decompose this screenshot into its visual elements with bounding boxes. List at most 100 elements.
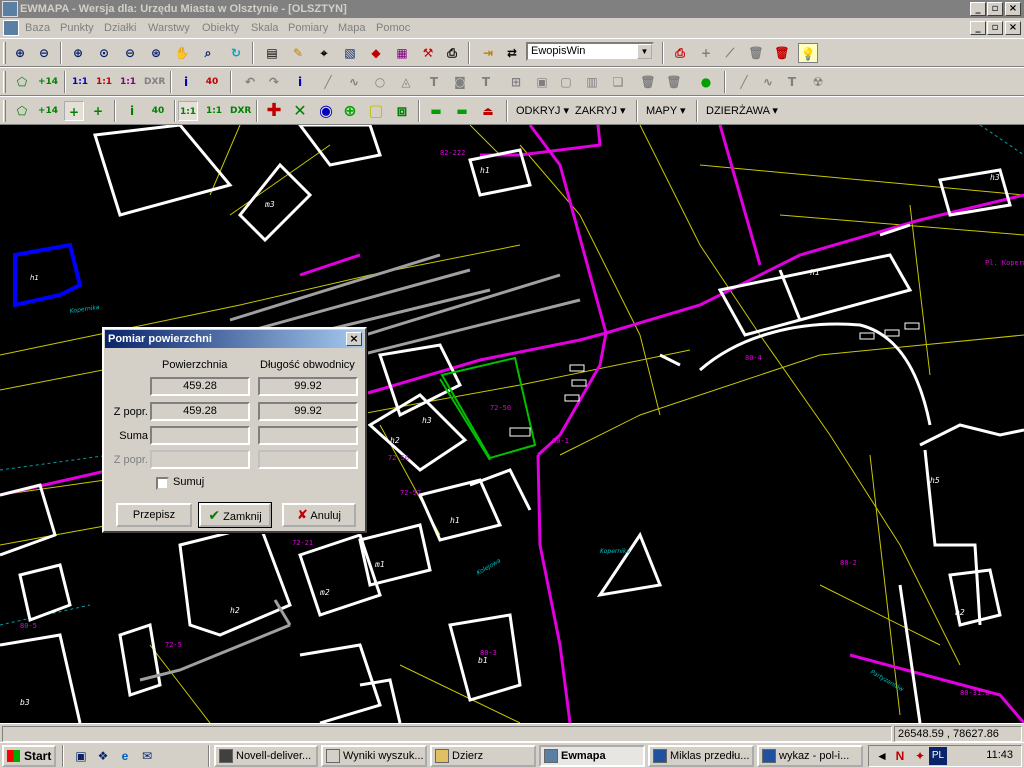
corrected-area-field[interactable]: 459.28	[150, 402, 250, 421]
line-icon[interactable]: ╱	[318, 72, 338, 92]
trash-icon[interactable]: 🗑	[746, 43, 766, 63]
measure-icon[interactable]: 40	[202, 72, 222, 92]
trash-3-icon[interactable]: 🗑	[664, 72, 684, 92]
pick-point-icon[interactable]: +	[64, 101, 84, 121]
chart-icon[interactable]: ▦	[392, 43, 412, 63]
refresh-icon[interactable]: ↻	[226, 43, 246, 63]
mapy-button[interactable]: MAPY ▾	[643, 101, 689, 121]
ruler-2-icon[interactable]: ▬	[452, 101, 472, 121]
measure-2-icon[interactable]: 40	[148, 101, 168, 121]
corrected-perimeter-field[interactable]: 99.92	[258, 402, 358, 421]
dxr-2-icon[interactable]: DXR	[230, 101, 251, 121]
symbol-2-icon[interactable]: ☢	[808, 72, 828, 92]
novell-tray-icon[interactable]: N	[891, 747, 909, 765]
redo-icon[interactable]: ↷	[264, 72, 284, 92]
select-object-icon[interactable]: ⌖	[314, 43, 334, 63]
scale-5-icon[interactable]: 1:1	[204, 101, 224, 121]
parcel-polygon-2-icon[interactable]: ⬠	[12, 101, 32, 121]
pan-hand-icon[interactable]: ✋	[172, 43, 192, 63]
task-miklas[interactable]: Miklas przedłu...	[648, 745, 754, 767]
highlight-icon[interactable]: ✎	[288, 43, 308, 63]
polyline-2-icon[interactable]: ∿	[758, 72, 778, 92]
trash-2-icon[interactable]: 🗑	[638, 72, 658, 92]
task-novell[interactable]: Novell-deliver...	[214, 745, 318, 767]
add-point-icon[interactable]: +14	[38, 72, 58, 92]
zoom-selection-icon[interactable]: ⊛	[146, 43, 166, 63]
grid-icon[interactable]: ⊞	[506, 72, 526, 92]
parcel-polygon-icon[interactable]: ⬠	[12, 72, 32, 92]
shape-icon[interactable]: ⧈	[392, 101, 412, 121]
menu-pomoc[interactable]: Pomoc	[376, 18, 410, 38]
explorer-icon[interactable]: ❖	[94, 747, 112, 765]
printer-icon[interactable]: ⎙	[670, 43, 690, 63]
chevron-down-icon[interactable]: ▼	[637, 44, 652, 59]
info-2-icon[interactable]: i	[290, 72, 310, 92]
task-ewmapa[interactable]: Ewmapa	[539, 745, 645, 767]
start-button[interactable]: Start	[2, 745, 56, 767]
scale-4-icon[interactable]: 1:1	[178, 101, 198, 121]
dzierzawa-button[interactable]: DZIERŻAWA ▾	[703, 101, 781, 121]
outlook-icon[interactable]: ✉	[138, 747, 156, 765]
add-vertex-icon[interactable]: +	[88, 101, 108, 121]
database-icon[interactable]: ⇄	[502, 43, 522, 63]
sum-checkbox-label[interactable]: Sumuj	[173, 476, 204, 488]
maximize-button[interactable]: ▫	[987, 2, 1003, 16]
info-3-icon[interactable]: i	[122, 101, 142, 121]
menu-obiekty[interactable]: Obiekty	[202, 18, 239, 38]
sum-checkbox[interactable]	[156, 477, 169, 490]
text-edit-icon[interactable]: T	[476, 72, 496, 92]
menu-punkty[interactable]: Punkty	[60, 18, 94, 38]
mdi-close-button[interactable]: ×	[1005, 21, 1021, 35]
program-select[interactable]: EwopisWin ▼	[526, 42, 654, 61]
scale-2-icon[interactable]: 1:1	[94, 72, 114, 92]
task-dzierz[interactable]: Dzierz	[430, 745, 536, 767]
task-wykaz[interactable]: wykaz - pol-i...	[757, 745, 863, 767]
dialog-close-icon[interactable]: ×	[346, 332, 362, 346]
zoom-previous-icon[interactable]: ⊖	[120, 43, 140, 63]
add-point-2-icon[interactable]: +14	[38, 101, 58, 121]
antivirus-icon[interactable]: ✦	[911, 747, 929, 765]
polyline-icon[interactable]: ∿	[344, 72, 364, 92]
print-icon[interactable]: ⎙	[442, 43, 462, 63]
hint-bulb-icon[interactable]: 💡	[798, 43, 818, 63]
odkryj-button[interactable]: ODKRYJ ▾	[513, 101, 572, 121]
arc-icon[interactable]: ◬	[396, 72, 416, 92]
point-icon[interactable]: ●	[696, 72, 716, 92]
dxr-icon[interactable]: DXR	[144, 72, 165, 92]
target-icon[interactable]: ◉	[316, 101, 336, 121]
anuluj-button[interactable]: ✘ Anuluj	[282, 503, 356, 527]
document-icon[interactable]	[3, 20, 19, 36]
menu-baza[interactable]: Baza	[25, 18, 50, 38]
info-icon[interactable]: i	[176, 72, 196, 92]
internet-explorer-icon[interactable]: e	[116, 747, 134, 765]
zoom-out-icon[interactable]: ⊖	[34, 43, 54, 63]
point-measure-icon[interactable]: ⟋	[720, 43, 740, 63]
square-icon[interactable]: ▢	[366, 101, 386, 121]
circle-icon[interactable]: ○	[370, 72, 390, 92]
tools-icon[interactable]: ⚒	[418, 43, 438, 63]
close-button[interactable]: ×	[1005, 2, 1021, 16]
menu-dzialki[interactable]: Działki	[104, 18, 136, 38]
menu-warstwy[interactable]: Warstwy	[148, 18, 190, 38]
volume-icon[interactable]: ◄	[873, 747, 891, 765]
delete-icon[interactable]: 🗑	[772, 43, 792, 63]
point-add-icon[interactable]: +	[696, 43, 716, 63]
zamknij-button[interactable]: ✔ Zamknij	[198, 502, 272, 528]
scale-1-icon[interactable]: 1:1	[70, 72, 90, 92]
sum-area-field[interactable]	[150, 426, 250, 445]
zoom-all-icon[interactable]: ⊙	[94, 43, 114, 63]
menu-mapa[interactable]: Mapa	[338, 18, 366, 38]
undo-icon[interactable]: ↶	[240, 72, 260, 92]
export-icon[interactable]: ⇥	[478, 43, 498, 63]
text-icon[interactable]: T	[424, 72, 444, 92]
x-mark-icon[interactable]: ✕	[290, 101, 310, 121]
zakryj-button[interactable]: ZAKRYJ ▾	[572, 101, 629, 121]
perimeter-field[interactable]: 99.92	[258, 377, 358, 396]
map-sheet-icon[interactable]: ▧	[340, 43, 360, 63]
magnifier-icon[interactable]: ⌕	[198, 43, 218, 63]
ungroup-icon[interactable]: ▢	[556, 72, 576, 92]
copy-icon[interactable]: ❏	[608, 72, 628, 92]
line-2-icon[interactable]: ╱	[734, 72, 754, 92]
menu-skala[interactable]: Skala	[251, 18, 279, 38]
language-indicator[interactable]: PL	[929, 747, 947, 765]
